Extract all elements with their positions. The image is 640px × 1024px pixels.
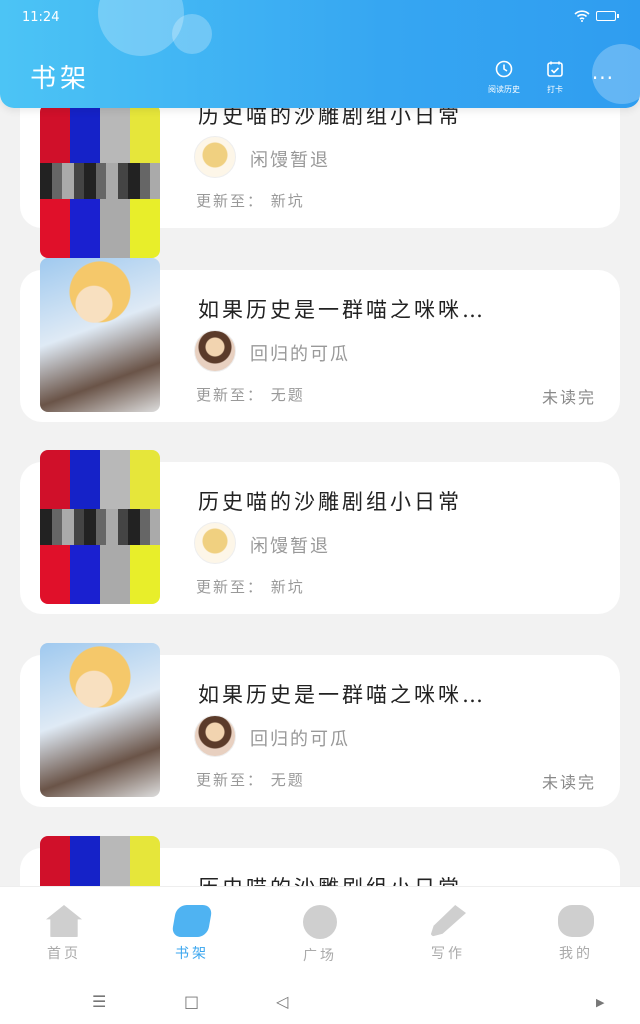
author-avatar[interactable] (194, 522, 236, 564)
book-card[interactable]: 历史喵的沙雕剧组小日常 闲馒暂退 更新至： 新坑 (20, 450, 620, 614)
tab-label: 写作 (431, 946, 465, 962)
author-avatar[interactable] (194, 715, 236, 757)
bookshelf-list: 历史喵的沙雕剧组小日常 闲馒暂退 更新至： 新坑 如果历史是一群喵之咪咪… 回归… (0, 0, 640, 886)
status-bar: 11:24 (0, 0, 640, 34)
author-name[interactable]: 回归的可瓜 (250, 725, 350, 751)
update-info: 更新至： 无题 (196, 771, 305, 789)
update-info: 更新至： 新坑 (196, 192, 305, 210)
page-title: 书架 (30, 64, 91, 94)
system-nav-bar: ☰ □ ◁ ▶ (0, 978, 640, 1024)
tab-home[interactable]: 首页 (19, 887, 109, 978)
chat-icon (558, 905, 594, 937)
book-title[interactable]: 历史喵的沙雕剧组小日常 (198, 872, 462, 886)
tab-mine[interactable]: 我的 (531, 887, 621, 978)
tab-plaza[interactable]: 广场 (275, 887, 365, 978)
author-name[interactable]: 闲馒暂退 (250, 532, 330, 558)
author-avatar[interactable] (194, 330, 236, 372)
book-cover[interactable] (40, 450, 160, 604)
book-card[interactable]: 如果历史是一群喵之咪咪… 回归的可瓜 更新至： 无题 未读完 (20, 643, 620, 807)
tab-label: 首页 (47, 946, 81, 962)
book-card[interactable]: 历史喵的沙雕剧组小日常 (20, 836, 620, 886)
bottom-tab-bar: 首页 书架 广场 写作 我的 (0, 886, 640, 978)
update-info: 更新至： 新坑 (196, 578, 305, 596)
tab-write[interactable]: 写作 (403, 887, 493, 978)
book-cover[interactable] (40, 643, 160, 797)
home-nav-button[interactable]: □ (184, 992, 199, 1011)
read-status: 未读完 (541, 773, 596, 792)
update-info: 更新至： 无题 (196, 386, 305, 404)
book-title[interactable]: 如果历史是一群喵之咪咪… (198, 294, 486, 324)
checkin-button[interactable]: 打卡 (546, 60, 564, 95)
author-avatar[interactable] (194, 136, 236, 178)
book-cover[interactable] (40, 104, 160, 258)
reading-history-button[interactable]: 阅读历史 (488, 60, 520, 95)
back-nav-button[interactable]: ◁ (276, 992, 288, 1011)
book-title[interactable]: 历史喵的沙雕剧组小日常 (198, 486, 462, 516)
menu-nav-button[interactable]: ☰ (92, 992, 106, 1011)
author-name[interactable]: 回归的可瓜 (250, 340, 350, 366)
read-status: 未读完 (541, 388, 596, 407)
tab-label: 广场 (303, 948, 337, 964)
status-time: 11:24 (22, 10, 60, 25)
clock-icon (495, 60, 513, 78)
more-button[interactable]: ··· (592, 66, 614, 90)
home-icon (46, 905, 82, 937)
bookshelf-icon (171, 905, 213, 937)
tab-label: 书架 (175, 946, 209, 962)
tab-label: 我的 (559, 946, 593, 962)
book-title[interactable]: 如果历史是一群喵之咪咪… (198, 679, 486, 709)
right-nav-button[interactable]: ▶ (596, 996, 604, 1009)
wifi-icon (574, 10, 590, 22)
reading-history-label: 阅读历史 (488, 85, 520, 94)
book-cover[interactable] (40, 258, 160, 412)
checkin-label: 打卡 (547, 85, 563, 94)
calendar-check-icon (547, 61, 563, 77)
plaza-icon (303, 905, 337, 939)
book-card[interactable]: 如果历史是一群喵之咪咪… 回归的可瓜 更新至： 无题 未读完 (20, 258, 620, 422)
battery-icon (596, 11, 619, 21)
pen-icon (430, 905, 466, 937)
author-name[interactable]: 闲馒暂退 (250, 146, 330, 172)
app-header: 11:24 书架 阅读历史 打卡 ··· (0, 0, 640, 108)
book-cover[interactable] (40, 836, 160, 886)
tab-bookshelf[interactable]: 书架 (147, 887, 237, 978)
